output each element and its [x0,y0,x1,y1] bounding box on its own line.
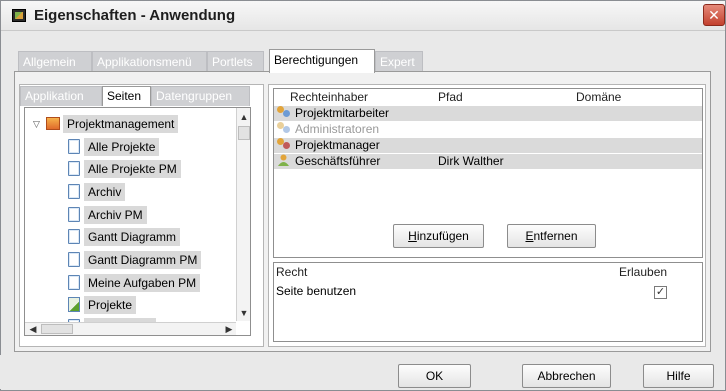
tab-portlets[interactable]: Portlets [207,51,264,72]
tree-item[interactable]: Archiv PM [68,206,147,224]
scroll-right-icon[interactable]: ▶ [222,322,236,336]
tab-applikationsmenue[interactable]: Applikationsmenü [92,51,207,72]
tree-item-label: Projekte [84,296,137,314]
cancel-button[interactable]: Abbrechen [522,364,611,388]
title-bar: Eigenschaften - Anwendung ✕ [1,1,725,31]
rights-holder-name: Projektmitarbeiter [295,106,390,120]
page-icon [68,275,80,290]
page-icon [68,139,80,154]
column-header[interactable]: Domäne [576,90,621,104]
remove-button[interactable]: Entfernen [507,224,596,248]
table-header: Rechteinhaber Pfad Domäne [274,90,702,105]
column-header[interactable]: Rechteinhaber [290,90,368,104]
group-icon [277,138,291,150]
table-row[interactable]: Geschäftsführer Dirk Walther [274,154,702,169]
page-icon [68,252,80,267]
tree-vertical-scrollbar[interactable]: ▲ ▼ [236,108,250,321]
table-row[interactable]: Projektmitarbeiter [274,106,702,121]
ok-button[interactable]: OK [398,364,471,388]
tab-seiten[interactable]: Seiten [102,86,151,106]
tree-item-label: Archiv PM [84,206,147,224]
tree-item-label: Gantt Diagramm [84,228,181,246]
collapse-icon[interactable]: ▽ [33,115,43,133]
page-icon [68,161,80,176]
page-icon [68,207,80,222]
tab-datengruppen[interactable]: Datengruppen [151,86,250,106]
tree-item[interactable]: Gantt Diagramm PM [68,251,202,269]
scroll-thumb[interactable] [41,324,73,334]
scroll-thumb[interactable] [238,126,250,140]
project-page-icon [68,297,80,312]
scroll-up-icon[interactable]: ▲ [237,110,251,124]
scroll-down-icon[interactable]: ▼ [237,306,251,320]
close-icon[interactable]: ✕ [703,4,725,26]
group-icon [277,122,291,134]
table-row[interactable]: Administratoren [274,122,702,137]
permission-name: Seite benutzen [276,284,357,298]
page-icon [68,229,80,244]
tab-applikation[interactable]: Applikation [20,86,102,106]
app-icon [12,9,26,22]
tree-item[interactable]: Archiv [68,183,126,201]
table-row[interactable]: Projektmanager [274,138,702,153]
tab-berechtigungen[interactable]: Berechtigungen [269,49,375,73]
user-icon [278,154,289,166]
tab-allgemein[interactable]: Allgemein [18,51,92,72]
tree-item[interactable]: Meine Aufgaben PM [68,274,201,292]
add-button[interactable]: Hinzufügen [393,224,484,248]
tab-expert[interactable]: Expert [375,51,423,72]
page-tree: ▽ Projektmanagement Alle Projekte Alle Pr… [24,107,251,336]
dialog-footer [0,355,724,389]
project-folder-icon [46,117,60,130]
tree-item[interactable]: Projekte [68,296,137,314]
tree-horizontal-scrollbar[interactable]: ◀ ▶ [25,322,236,335]
window-title: Eigenschaften - Anwendung [34,7,236,24]
tree-item-label: Alle Projekte PM [84,160,181,178]
rights-holder-name: Administratoren [295,122,380,136]
tree-item-label: Meine Aufgaben PM [84,274,201,292]
scroll-left-icon[interactable]: ◀ [26,322,40,336]
help-button[interactable]: Hilfe [643,364,714,388]
tree-item[interactable]: Alle Projekte PM [68,160,181,178]
rights-holder-path: Dirk Walther [438,154,504,168]
rights-holder-name: Projektmanager [295,138,380,152]
column-header[interactable]: Pfad [438,90,463,104]
group-icon [277,106,291,118]
rights-holder-name: Geschäftsführer [295,154,381,168]
tree-root[interactable]: ▽ Projektmanagement [33,115,179,133]
table-row[interactable]: Seite benutzen [276,284,700,299]
table-header: Recht Erlauben [276,265,700,280]
tree-root-label: Projektmanagement [63,115,179,133]
column-header[interactable]: Recht [276,265,307,279]
column-header[interactable]: Erlauben [619,265,667,279]
tree-item-label: Gantt Diagramm PM [84,251,202,269]
tree-item-label: Archiv [84,183,126,201]
tree-item[interactable]: Alle Projekte [68,138,160,156]
tree-item[interactable]: Gantt Diagramm [68,228,181,246]
page-icon [68,184,80,199]
allow-checkbox[interactable]: ✓ [654,286,667,299]
tree-item-label: Alle Projekte [84,138,160,156]
